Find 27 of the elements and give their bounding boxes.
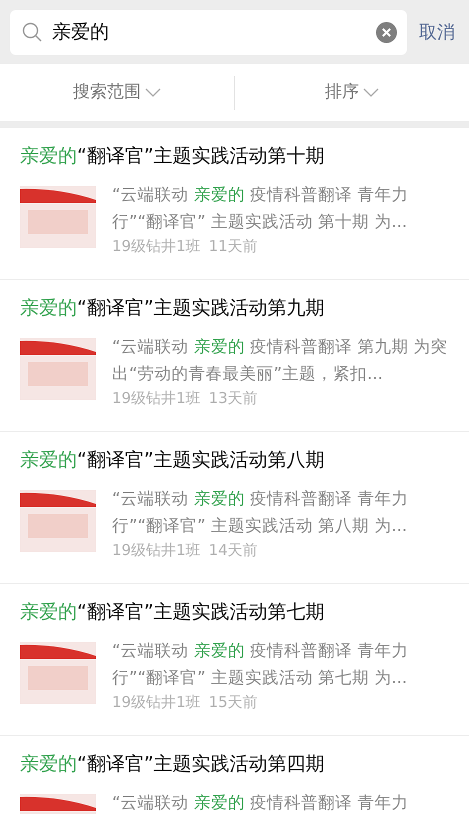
result-title[interactable]: 亲爱的“翻译官”主题实践活动第十期 bbox=[20, 142, 451, 170]
chevron-down-icon bbox=[363, 88, 379, 98]
search-input[interactable]: 亲爱的 bbox=[50, 16, 368, 48]
result-source: 19级钻井1班 bbox=[112, 236, 201, 256]
cancel-button[interactable]: 取消 bbox=[407, 18, 455, 46]
chevron-down-icon bbox=[145, 88, 161, 98]
result-time: 13天前 bbox=[208, 388, 258, 408]
result-snippet: “云端联动 亲爱的 疫情科普翻译 青年力行”“翻译官” 主题实践活动 第八期 为... bbox=[112, 488, 410, 536]
result-snippet: “云端联动 亲爱的 疫情科普翻译 青年力 bbox=[112, 792, 410, 814]
clear-icon[interactable] bbox=[376, 22, 397, 42]
result-title[interactable]: 亲爱的“翻译官”主题实践活动第七期 bbox=[20, 598, 451, 626]
search-icon bbox=[22, 22, 42, 42]
search-box[interactable]: 亲爱的 bbox=[10, 10, 407, 54]
filter-dropdown[interactable]: 排序 bbox=[235, 78, 469, 106]
result-title[interactable]: 亲爱的“翻译官”主题实践活动第八期 bbox=[20, 446, 451, 474]
result-source: 19级钻井1班 bbox=[112, 388, 201, 408]
result-time: 11天前 bbox=[208, 236, 258, 256]
result-source: 19级钻井1班 bbox=[112, 540, 201, 560]
result-snippet: “云端联动 亲爱的 疫情科普翻译 青年力行”“翻译官” 主题实践活动 第七期 为... bbox=[112, 640, 410, 688]
filter-dropdown[interactable]: 搜索范围 bbox=[0, 78, 234, 106]
result-snippet: “云端联动 亲爱的 疫情科普翻译 第九期 为突出“劳动的青春最美丽”主题，紧扣... bbox=[112, 336, 449, 384]
result-title[interactable]: 亲爱的“翻译官”主题实践活动第九期 bbox=[20, 294, 451, 322]
result-time: 15天前 bbox=[208, 692, 258, 712]
result-time: 14天前 bbox=[208, 540, 258, 560]
result-title[interactable]: 亲爱的“翻译官”主题实践活动第四期 bbox=[20, 750, 451, 778]
result-snippet: “云端联动 亲爱的 疫情科普翻译 青年力行”“翻译官” 主题实践活动 第十期 为... bbox=[112, 184, 410, 232]
result-source: 19级钻井1班 bbox=[112, 692, 201, 712]
